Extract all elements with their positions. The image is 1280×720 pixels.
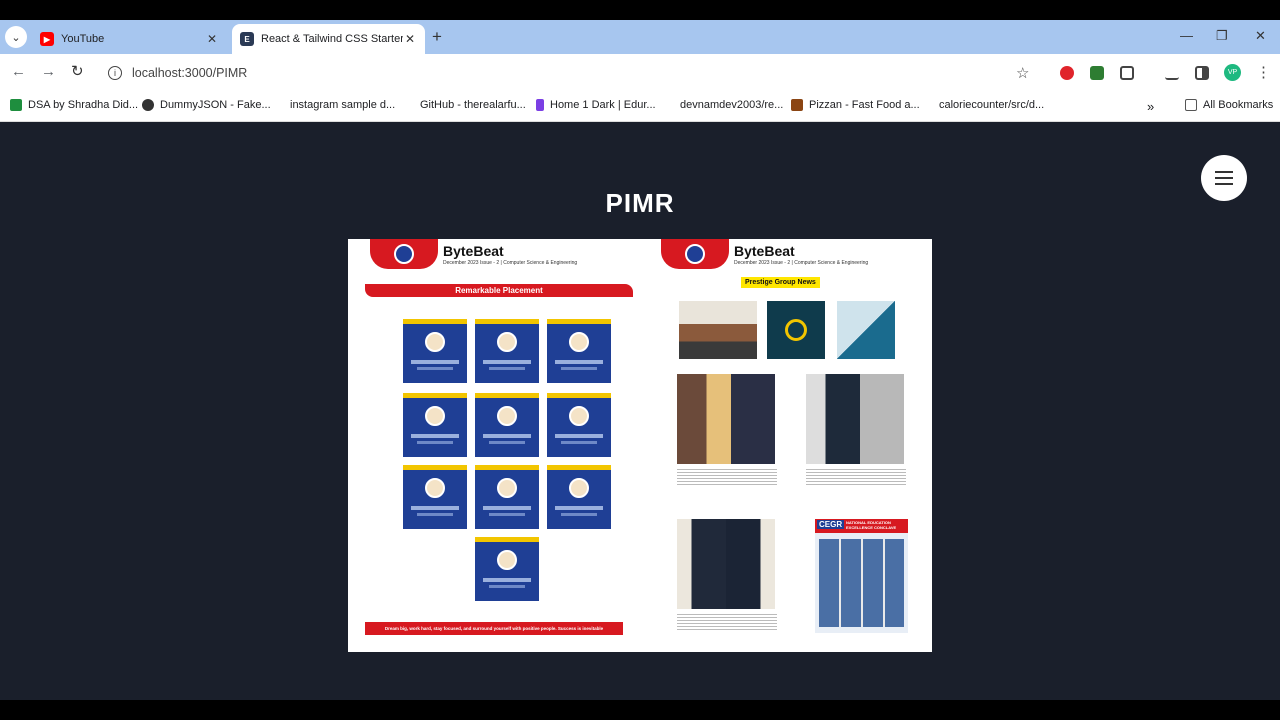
all-bookmarks-button[interactable]: All Bookmarks [1185,99,1273,111]
news-photo [677,519,775,609]
side-panel-icon[interactable] [1195,66,1209,80]
bookmark-item[interactable]: GitHub - therealarfu... [420,99,526,111]
bookmark-item[interactable]: Pizzan - Fast Food a... [791,99,920,111]
profile-avatar[interactable]: VP [1224,64,1241,81]
issue-line: December 2023 Issue - 2 | Computer Scien… [443,259,578,266]
all-bookmarks-label: All Bookmarks [1203,99,1274,111]
bookmark-label: GitHub - therealarfu... [420,99,526,111]
placement-card [547,319,611,383]
tab-title: YouTube [61,33,105,45]
bookmark-label: caloriecounter/src/d... [939,99,1045,111]
news-photo [806,374,904,464]
bookmark-label: DummyJSON - Fake... [160,99,271,111]
photo-caption [677,612,777,632]
new-tab-button[interactable]: + [432,28,442,45]
bookmark-item[interactable]: instagram sample d... [290,99,395,111]
tab-youtube[interactable]: ▶ YouTube ✕ [32,24,227,54]
page-title: PIMR [605,188,675,218]
forward-icon[interactable]: → [41,64,56,80]
photo-caption [677,467,777,487]
placement-card [547,465,611,529]
bookmark-item[interactable]: DSA by Shradha Did... [10,99,138,111]
sheets-icon [10,99,22,111]
bookmark-label: DSA by Shradha Did... [28,99,139,111]
masthead-title: ByteBeat [443,242,504,259]
bookmark-label: devnamdev2003/re... [680,99,784,111]
tab-react-tailwind[interactable]: E React & Tailwind CSS Starter Pa ✕ [232,24,425,54]
quote-banner: Dream big, work hard, stay focused, and … [365,622,623,635]
url-text: localhost:3000/PIMR [132,66,248,80]
e-logo-icon: E [240,32,254,46]
letterbox-bar [0,700,1280,720]
bookmark-item[interactable]: Home 1 Dark | Edur... [536,99,656,111]
site-info-icon[interactable]: i [108,66,122,80]
conclave-poster: CEGR NATIONAL EDUCATION EXCELLENCE CONCL… [815,519,908,633]
tab-title: React & Tailwind CSS Starter Pa [261,33,403,45]
placement-card [475,319,539,383]
news-poster [767,301,825,359]
section-ribbon: Remarkable Placement [365,284,633,297]
news-tag: Prestige Group News [741,277,820,288]
browser-window: ⌄ ▶ YouTube ✕ E React & Tailwind CSS Sta… [0,20,1280,700]
opera-extension-icon[interactable] [1060,66,1074,80]
page-content: PIMR ByteBeat December 2023 Issue - 2 | … [0,122,1280,700]
hamburger-menu-button[interactable] [1201,155,1247,201]
bookmark-item[interactable]: DummyJSON - Fake... [142,99,271,111]
menu-kebab-icon[interactable]: ⋮ [1256,63,1271,81]
dummyjson-icon [142,99,154,111]
extensions-puzzle-icon[interactable] [1120,66,1134,80]
placement-card [475,393,539,457]
placement-card [403,393,467,457]
menu-line [1215,183,1233,185]
poster-brand: CEGR [817,520,845,529]
photo-caption [806,467,906,487]
bookmark-label: Pizzan - Fast Food a... [809,99,920,111]
reload-icon[interactable]: ↻ [71,64,84,80]
magazine-spread[interactable]: ByteBeat December 2023 Issue - 2 | Compu… [348,239,932,652]
menu-line [1215,171,1233,173]
address-bar[interactable]: i localhost:3000/PIMR [100,58,1040,88]
downloads-icon[interactable] [1165,66,1179,80]
placement-card [475,465,539,529]
minimize-icon[interactable]: — [1180,28,1193,43]
more-bookmarks-icon[interactable]: » [1147,99,1154,114]
bookmark-item[interactable]: caloriecounter/src/d... [939,99,1044,111]
masthead-title: ByteBeat [734,242,795,259]
close-window-icon[interactable]: ✕ [1255,28,1266,44]
menu-line [1215,177,1233,179]
news-photo [677,374,775,464]
tab-strip: ⌄ ▶ YouTube ✕ E React & Tailwind CSS Sta… [0,20,1280,54]
news-poster [837,301,895,359]
download-extension-icon[interactable] [1090,66,1104,80]
pizzan-icon [791,99,803,111]
poster-title: NATIONAL EDUCATION EXCELLENCE CONCLAVE [846,520,897,530]
eduport-icon [536,99,544,111]
bookmark-label: Home 1 Dark | Edur... [550,99,656,111]
placement-card [403,465,467,529]
folder-icon [1185,99,1197,111]
issue-line: December 2023 Issue - 2 | Computer Scien… [734,259,869,266]
bookmark-label: instagram sample d... [290,99,396,111]
back-icon[interactable]: ← [11,64,26,80]
bookmark-item[interactable]: devnamdev2003/re... [680,99,783,111]
placement-card [475,537,539,601]
tab-search-button[interactable]: ⌄ [5,26,27,48]
youtube-icon: ▶ [40,32,54,46]
college-logo [661,239,729,269]
news-photo [679,301,757,359]
bookmarks-bar: DSA by Shradha Did... DummyJSON - Fake..… [0,92,1280,122]
college-logo [370,239,438,269]
close-tab-icon[interactable]: ✕ [403,32,417,46]
masthead-right: ByteBeat December 2023 Issue - 2 | Compu… [661,239,868,269]
browser-toolbar: ← → ↻ i localhost:3000/PIMR ☆ VP ⋮ [0,54,1280,92]
bookmark-star-icon[interactable]: ☆ [1016,64,1029,82]
masthead-left: ByteBeat December 2023 Issue - 2 | Compu… [370,239,577,269]
placement-card [547,393,611,457]
close-tab-icon[interactable]: ✕ [205,32,219,46]
restore-icon[interactable]: ❐ [1216,28,1228,44]
placement-card [403,319,467,383]
